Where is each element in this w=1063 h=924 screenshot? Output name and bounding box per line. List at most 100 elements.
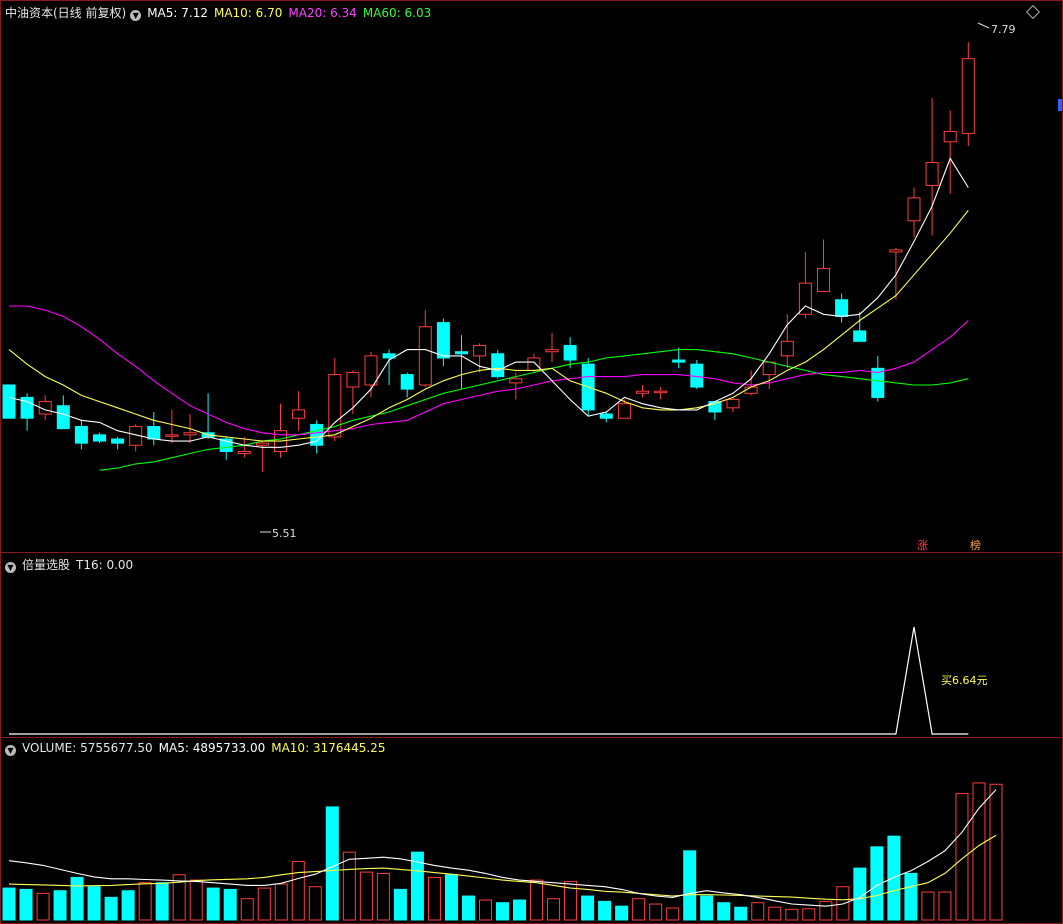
candle[interactable] [817, 239, 830, 292]
tag-zhang: 涨 [917, 539, 928, 552]
volume-bar[interactable] [121, 890, 135, 921]
volume-bar[interactable] [751, 902, 765, 921]
volume-chart[interactable] [0, 737, 1063, 924]
volume-bar[interactable] [734, 906, 748, 921]
candle[interactable] [617, 399, 631, 419]
candle[interactable] [636, 384, 649, 398]
indicator-chart[interactable]: 买6.64元 [0, 552, 1063, 738]
volume-bar[interactable] [478, 899, 492, 921]
candle[interactable] [871, 355, 885, 402]
volume-bar[interactable] [700, 895, 714, 921]
volume-bar[interactable] [666, 907, 680, 921]
volume-bar[interactable] [444, 874, 458, 921]
volume-bar[interactable] [598, 900, 612, 921]
signal-line [9, 626, 969, 735]
volume-bar[interactable] [87, 886, 101, 921]
volume-bar[interactable] [376, 872, 390, 921]
volume-bar[interactable] [53, 890, 67, 921]
ma10-line [8, 210, 969, 442]
volume-bar[interactable] [70, 876, 84, 921]
ma5-line [8, 157, 969, 448]
volume-bar[interactable] [768, 906, 782, 921]
volume-bar[interactable] [904, 872, 918, 921]
candle[interactable] [74, 420, 88, 450]
high-price-pointer [977, 22, 990, 29]
candle[interactable] [165, 409, 179, 444]
volume-bar[interactable] [223, 888, 237, 921]
volume-bar[interactable] [342, 851, 356, 921]
volume-bar[interactable] [683, 850, 697, 921]
volume-bar[interactable] [785, 908, 799, 921]
volume-bar[interactable] [138, 882, 152, 921]
kline-chart[interactable]: 7.79 5.51 涨 榜 [0, 0, 1063, 553]
volume-bar[interactable] [581, 895, 595, 921]
candle[interactable] [907, 187, 921, 238]
volume-bar[interactable] [240, 898, 254, 921]
candle[interactable] [2, 384, 16, 419]
candle[interactable] [744, 370, 758, 396]
candle[interactable] [292, 391, 306, 431]
volume-bar[interactable] [836, 886, 850, 921]
candle[interactable] [690, 360, 704, 390]
volume-bar[interactable] [427, 876, 441, 921]
candle[interactable] [545, 333, 559, 363]
candle[interactable] [943, 110, 957, 194]
candle[interactable] [672, 347, 686, 369]
volume-bar[interactable] [104, 896, 118, 921]
candle[interactable] [455, 335, 468, 390]
candle[interactable] [93, 432, 106, 444]
volume-bar[interactable] [530, 879, 544, 921]
candle[interactable] [255, 441, 269, 473]
volume-bar[interactable] [359, 871, 373, 921]
candle[interactable] [780, 314, 794, 369]
volume-bar[interactable] [2, 887, 16, 921]
volume-bar[interactable] [921, 891, 935, 921]
volume-bar[interactable] [955, 793, 969, 921]
volume-bar[interactable] [938, 891, 952, 921]
volume-bar[interactable] [547, 898, 561, 921]
candle[interactable] [654, 387, 668, 400]
candle[interactable] [418, 310, 432, 388]
candle[interactable] [274, 403, 287, 458]
candle[interactable] [599, 411, 613, 423]
candle[interactable] [364, 351, 378, 398]
volume-bar[interactable] [887, 835, 901, 921]
volume-bar[interactable] [19, 888, 33, 921]
volume-bar[interactable] [206, 887, 220, 921]
candle[interactable] [762, 361, 776, 390]
candle[interactable] [111, 436, 125, 450]
candle[interactable] [400, 372, 414, 398]
candle[interactable] [147, 411, 161, 446]
candle[interactable] [853, 312, 867, 342]
volume-bar[interactable] [615, 905, 629, 921]
volume-bar[interactable] [513, 899, 527, 921]
low-price-label: 5.51 [272, 527, 297, 540]
volume-bar[interactable] [649, 903, 663, 921]
candle[interactable] [436, 318, 450, 367]
candle[interactable] [726, 397, 740, 412]
candle[interactable] [473, 343, 487, 373]
volume-bar[interactable] [325, 806, 339, 921]
volume-bar[interactable] [393, 888, 407, 921]
volume-bar[interactable] [461, 895, 475, 921]
candle[interactable] [491, 349, 505, 379]
volume-bar[interactable] [155, 882, 169, 921]
volume-bar[interactable] [632, 898, 646, 921]
volume-bar[interactable] [802, 908, 816, 921]
volume-bar[interactable] [36, 892, 50, 921]
volume-bar[interactable] [274, 883, 288, 921]
volume-bar[interactable] [308, 886, 322, 921]
volume-bar[interactable] [717, 902, 731, 921]
volume-bar[interactable] [496, 902, 509, 921]
candle[interactable] [961, 42, 975, 146]
candle[interactable] [835, 293, 849, 323]
volume-bar[interactable] [189, 879, 203, 921]
volume-bar[interactable] [819, 900, 833, 921]
volume-bar[interactable] [257, 887, 271, 921]
candle[interactable] [20, 393, 34, 431]
candle[interactable] [56, 395, 70, 430]
candle[interactable] [129, 424, 143, 452]
volume-bar[interactable] [989, 783, 1003, 921]
volume-bar[interactable] [291, 860, 305, 921]
candle[interactable] [328, 357, 342, 442]
